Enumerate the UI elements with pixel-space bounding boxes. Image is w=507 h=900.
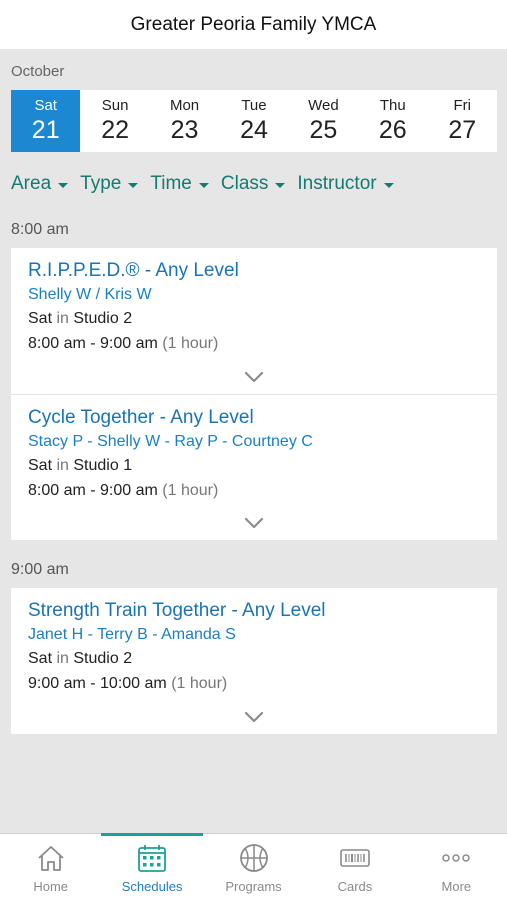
tab-schedules[interactable]: Schedules [101, 833, 204, 900]
app-header: Greater Peoria Family YMCA [0, 0, 507, 49]
filter-time-dropdown[interactable]: Time [150, 173, 209, 195]
chevron-down-icon[interactable] [243, 710, 265, 724]
filter-label: Type [80, 173, 122, 194]
day-number: 21 [31, 116, 60, 144]
caret-down-icon [383, 182, 394, 188]
schedule-content[interactable]: October Sat 21 Sun 22 Mon 23 Tue 24 Wed … [0, 49, 507, 833]
class-location: Sat in Studio 1 [28, 454, 480, 478]
session-card-group: R.I.P.P.E.D.® - Any Level Shelly W / Kri… [11, 248, 497, 540]
chevron-down-icon[interactable] [243, 516, 265, 530]
home-icon [35, 842, 67, 874]
day-name: Fri [453, 97, 471, 114]
day-sun[interactable]: Sun 22 [80, 90, 149, 152]
class-room: Studio 2 [73, 650, 133, 667]
class-duration: (1 hour) [171, 675, 228, 692]
tab-label: Cards [337, 879, 373, 894]
class-session[interactable]: Cycle Together - Any Level Stacy P - She… [11, 394, 497, 540]
caret-down-icon [58, 182, 69, 188]
filter-instructor-dropdown[interactable]: Instructor [297, 173, 394, 195]
tab-label: Schedules [121, 879, 183, 894]
session-card-group: Strength Train Together - Any Level Jane… [11, 588, 497, 734]
tab-label: Home [33, 879, 69, 894]
class-time-range: 9:00 am - 10:00 am [28, 675, 167, 692]
day-name: Thu [379, 97, 406, 114]
in-word: in [56, 310, 69, 327]
time-group-label: 9:00 am [11, 561, 69, 578]
tab-cards[interactable]: Cards [304, 834, 405, 900]
filter-bar: Area Type Time Class Instructor [11, 173, 394, 195]
tab-programs[interactable]: Programs [203, 834, 304, 900]
filter-label: Area [11, 173, 52, 194]
caret-down-icon [198, 182, 209, 188]
tab-home[interactable]: Home [0, 834, 101, 900]
class-day: Sat [28, 650, 53, 667]
class-day: Sat [28, 457, 53, 474]
day-name: Sat [34, 97, 57, 114]
class-instructors[interactable]: Shelly W / Kris W [28, 283, 480, 307]
class-title[interactable]: Strength Train Together - Any Level [28, 599, 480, 623]
barcode-card-icon [339, 842, 371, 874]
day-name: Tue [241, 97, 267, 114]
class-duration: (1 hour) [162, 335, 219, 352]
filter-label: Instructor [297, 173, 377, 194]
day-name: Sun [101, 97, 129, 114]
basketball-icon [238, 842, 270, 874]
class-session[interactable]: R.I.P.P.E.D.® - Any Level Shelly W / Kri… [11, 248, 497, 394]
day-tue[interactable]: Tue 24 [219, 90, 288, 152]
class-title[interactable]: Cycle Together - Any Level [28, 406, 480, 430]
calendar-icon [136, 842, 168, 874]
day-thu[interactable]: Thu 26 [358, 90, 427, 152]
day-mon[interactable]: Mon 23 [150, 90, 219, 152]
day-number: 22 [101, 116, 130, 144]
time-group-label: 8:00 am [11, 221, 69, 238]
class-instructors[interactable]: Janet H - Terry B - Amanda S [28, 623, 480, 647]
day-wed[interactable]: Wed 25 [289, 90, 358, 152]
caret-down-icon [275, 182, 286, 188]
day-name: Mon [169, 97, 200, 114]
class-room: Studio 1 [73, 457, 133, 474]
bottom-tab-bar: Home Schedules Programs Cards More [0, 833, 507, 900]
class-duration: (1 hour) [162, 482, 219, 499]
class-time-range: 8:00 am - 9:00 am [28, 335, 158, 352]
class-room: Studio 2 [73, 310, 133, 327]
class-time: 8:00 am - 9:00 am (1 hour) [28, 479, 480, 503]
class-location: Sat in Studio 2 [28, 307, 480, 331]
day-sat[interactable]: Sat 21 [11, 90, 81, 152]
day-fri[interactable]: Fri 27 [428, 90, 497, 152]
filter-type-dropdown[interactable]: Type [80, 173, 139, 195]
tab-label: Programs [225, 879, 282, 894]
day-number: 27 [448, 116, 477, 144]
day-name: Wed [308, 97, 339, 114]
page-title: Greater Peoria Family YMCA [130, 13, 377, 35]
chevron-down-icon[interactable] [243, 370, 265, 384]
caret-down-icon [128, 182, 139, 188]
class-time: 9:00 am - 10:00 am (1 hour) [28, 672, 480, 696]
in-word: in [56, 650, 69, 667]
in-word: in [56, 457, 69, 474]
month-label: October [11, 63, 65, 80]
class-instructors[interactable]: Stacy P - Shelly W - Ray P - Courtney C [28, 430, 480, 454]
filter-area-dropdown[interactable]: Area [11, 173, 69, 195]
class-location: Sat in Studio 2 [28, 647, 480, 671]
class-session[interactable]: Strength Train Together - Any Level Jane… [11, 588, 497, 734]
class-day: Sat [28, 310, 53, 327]
filter-class-dropdown[interactable]: Class [221, 173, 286, 195]
class-time-range: 8:00 am - 9:00 am [28, 482, 158, 499]
more-dots-icon [440, 842, 472, 874]
day-number: 26 [378, 116, 407, 144]
filter-label: Time [150, 173, 192, 194]
week-day-picker: Sat 21 Sun 22 Mon 23 Tue 24 Wed 25 Thu 2… [11, 90, 497, 152]
class-title[interactable]: R.I.P.P.E.D.® - Any Level [28, 259, 480, 283]
tab-label: More [441, 879, 472, 894]
tab-more[interactable]: More [406, 834, 507, 900]
class-time: 8:00 am - 9:00 am (1 hour) [28, 332, 480, 356]
day-number: 25 [309, 116, 338, 144]
day-number: 24 [240, 116, 268, 144]
day-number: 23 [170, 116, 199, 144]
filter-label: Class [220, 173, 269, 194]
